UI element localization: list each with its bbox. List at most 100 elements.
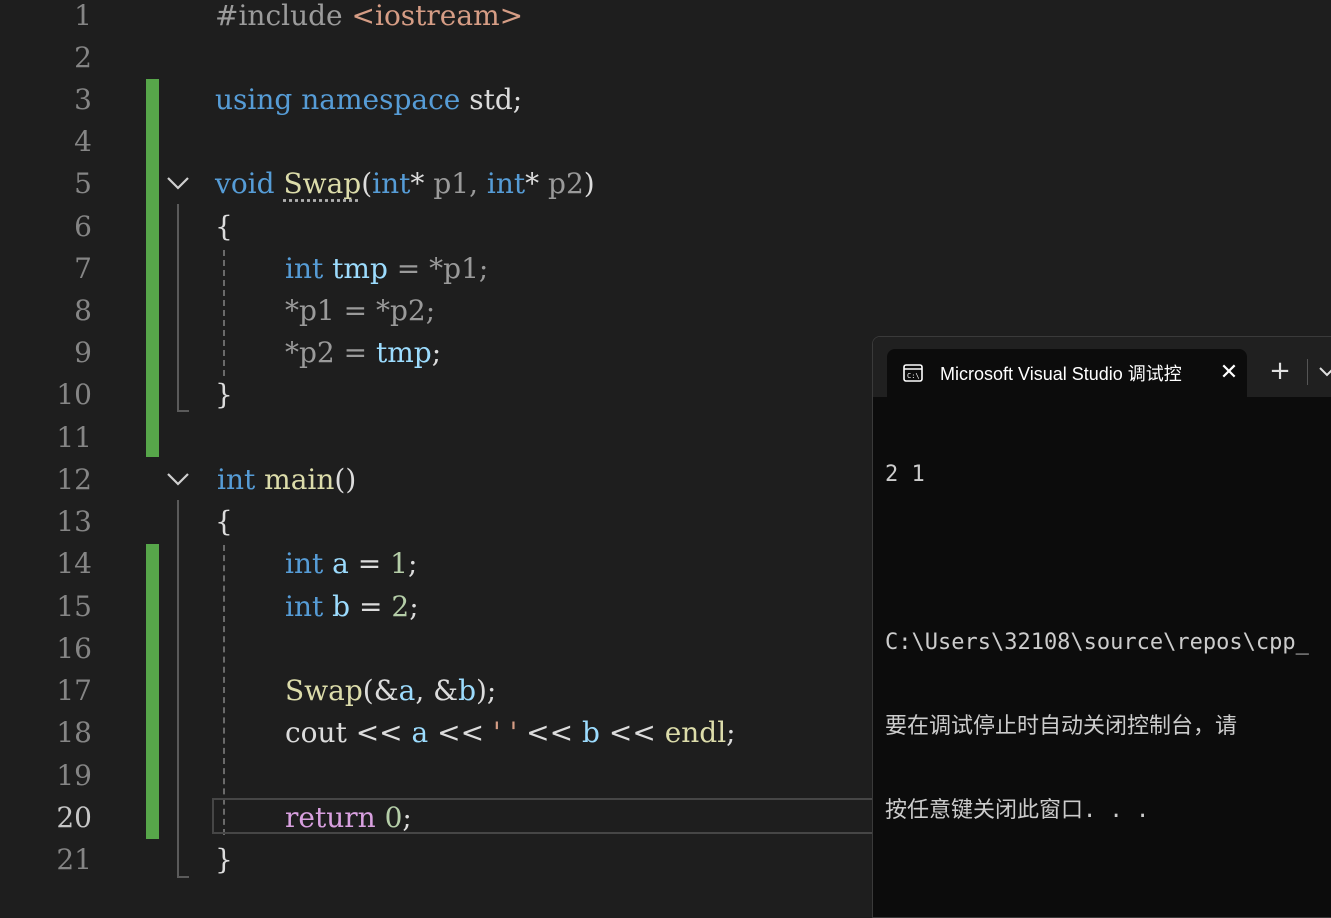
code-token: #include (215, 0, 343, 32)
code-token: int (372, 167, 411, 200)
line-number: 20 (56, 801, 92, 834)
line-number: 12 (56, 463, 92, 496)
code-token: namespace (301, 83, 461, 116)
code-token: (& (362, 674, 399, 707)
line-number: 1 (74, 0, 92, 32)
debug-console-window[interactable]: C:\ Microsoft Visual Studio 调试控 ✕ + 2 1 … (872, 336, 1331, 918)
code-token[interactable]: Swap (283, 167, 361, 200)
code-token: { (215, 210, 233, 243)
new-tab-button[interactable]: + (1266, 357, 1294, 385)
terminal-titlebar[interactable]: C:\ Microsoft Visual Studio 调试控 ✕ + (873, 337, 1331, 397)
code-token: 2 (391, 590, 410, 623)
code-token: p1, (433, 167, 478, 200)
terminal-line: 要在调试停止时自动关闭控制台，请 (885, 714, 1238, 739)
code-line[interactable]: 7 int tmp = *p1; (0, 248, 1331, 290)
code-line[interactable]: 4 (0, 121, 1331, 163)
console-icon: C:\ (903, 364, 923, 382)
code-token: = (350, 590, 392, 623)
code-token: << (599, 716, 665, 749)
close-tab-button[interactable]: ✕ (1217, 361, 1241, 385)
code-token: a (398, 674, 416, 707)
code-token: return (285, 801, 376, 834)
terminal-output[interactable]: 2 1 C:\Users\32108\source\repos\cpp_ 要在调… (885, 405, 1331, 881)
code-token: int (285, 252, 324, 285)
chevron-down-icon[interactable] (1317, 361, 1331, 381)
line-number: 3 (74, 83, 92, 116)
code-token: main (264, 463, 335, 496)
code-token: 0 (384, 801, 403, 834)
code-token: , & (415, 674, 459, 707)
code-token: << (428, 716, 493, 749)
code-line[interactable]: 5 void Swap(int* p1, int* p2) (0, 163, 1331, 205)
code-token: Swap (285, 674, 363, 707)
titlebar-divider (1307, 359, 1308, 385)
line-number: 17 (56, 674, 92, 707)
terminal-line: C:\Users\32108\source\repos\cpp_ (885, 630, 1309, 655)
code-token: * (525, 167, 540, 200)
code-token: ; (409, 590, 419, 623)
svg-text:C:\: C:\ (907, 372, 920, 380)
code-line[interactable]: 2 (0, 37, 1331, 79)
code-token: using (215, 83, 293, 116)
terminal-line: 按任意键关闭此窗口. . . (885, 798, 1150, 823)
code-token: a (332, 547, 349, 580)
line-number: 10 (56, 378, 92, 411)
code-line[interactable]: 3 using namespace std; (0, 79, 1331, 121)
code-token: ; (726, 716, 736, 749)
line-number: 7 (74, 252, 92, 285)
code-token: ; (431, 336, 442, 369)
code-token: ) (583, 167, 595, 200)
code-token: } (215, 843, 233, 876)
code-token: b (458, 674, 476, 707)
code-token: () (334, 463, 357, 496)
line-number: 8 (74, 294, 92, 327)
line-number: 11 (56, 421, 92, 454)
code-token: ); (476, 674, 497, 707)
line-number: 9 (74, 336, 92, 369)
code-token: *p2 = (285, 336, 376, 369)
line-number: 21 (56, 843, 92, 876)
code-token: } (215, 378, 233, 411)
terminal-tab-title: Microsoft Visual Studio 调试控 (940, 364, 1182, 384)
code-token: <iostream> (351, 0, 524, 32)
code-token: int (285, 590, 324, 623)
code-token: int (486, 167, 526, 200)
code-line[interactable]: 1 #include <iostream> (0, 0, 1331, 37)
code-token: << (517, 716, 583, 749)
code-token: void (215, 167, 275, 200)
code-token: ' ' (492, 716, 518, 749)
code-token: int (285, 547, 324, 580)
terminal-tab[interactable]: C:\ Microsoft Visual Studio 调试控 ✕ (887, 349, 1247, 397)
code-token: = (348, 547, 391, 580)
line-number: 18 (56, 716, 92, 749)
code-token: ; (402, 801, 412, 834)
line-number: 4 (74, 125, 92, 158)
code-token: a (411, 716, 429, 749)
line-number: 14 (56, 547, 92, 580)
terminal-line: 2 1 (885, 462, 925, 487)
code-token: ; (407, 547, 418, 580)
line-number: 15 (56, 590, 92, 623)
code-token: b (582, 716, 600, 749)
code-token: { (215, 505, 233, 538)
code-token: std; (469, 83, 523, 116)
code-token: b (332, 590, 351, 623)
line-number: 5 (74, 167, 92, 200)
line-number: 19 (56, 759, 92, 792)
code-token: tmp (332, 252, 388, 285)
code-token: endl (664, 716, 727, 749)
line-number: 2 (74, 41, 92, 74)
code-token: = *p1; (387, 252, 489, 285)
code-line[interactable]: 6 { (0, 206, 1331, 248)
line-number: 6 (74, 210, 92, 243)
line-number: 16 (56, 632, 92, 665)
code-token: ( (361, 167, 373, 200)
code-token: *p1 = *p2; (285, 294, 436, 327)
code-token: p2 (548, 167, 584, 200)
code-line[interactable]: 8 *p1 = *p2; (0, 290, 1331, 332)
code-token: tmp (376, 336, 432, 369)
line-number: 13 (56, 505, 92, 538)
code-token: * (410, 167, 425, 200)
code-token: cout << (285, 716, 412, 749)
